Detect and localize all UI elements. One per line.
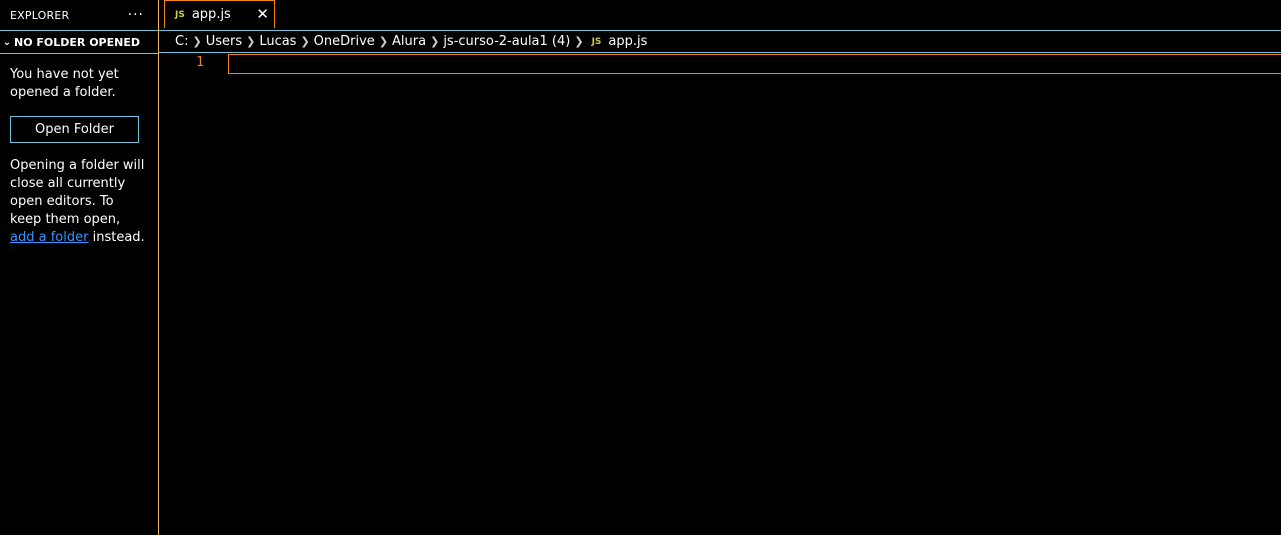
- line-number: 1: [196, 55, 204, 70]
- explorer-title: EXPLORER: [10, 8, 70, 22]
- explorer-header: EXPLORER ···: [0, 0, 158, 30]
- breadcrumb-item[interactable]: Alura: [392, 34, 426, 49]
- javascript-file-icon: JS: [591, 36, 602, 47]
- no-folder-section-header[interactable]: ⌄ NO FOLDER OPENED: [0, 30, 158, 54]
- editor-area: JS app.js ✕ C: ❯ Users ❯ Lucas ❯ OneDriv…: [159, 0, 1281, 535]
- chevron-right-icon: ❯: [574, 35, 584, 48]
- note-text: Opening a folder will close all currentl…: [10, 158, 145, 227]
- chevron-right-icon: ❯: [300, 35, 310, 48]
- tab-app-js[interactable]: JS app.js ✕: [164, 0, 275, 28]
- chevron-right-icon: ❯: [378, 35, 389, 48]
- breadcrumb-item[interactable]: Lucas: [259, 34, 296, 49]
- chevron-right-icon: ❯: [246, 35, 256, 48]
- breadcrumb-item[interactable]: js-curso-2-aula1 (4): [443, 34, 570, 49]
- open-folder-button[interactable]: Open Folder: [10, 116, 139, 143]
- explorer-sidebar: EXPLORER ··· ⌄ NO FOLDER OPENED You have…: [0, 0, 159, 535]
- vscode-window: EXPLORER ··· ⌄ NO FOLDER OPENED You have…: [0, 0, 1281, 535]
- no-folder-message: You have not yet opened a folder.: [10, 67, 119, 100]
- breadcrumb-file-label: app.js: [608, 34, 648, 49]
- javascript-file-icon: JS: [175, 9, 185, 20]
- chevron-down-icon: ⌄: [2, 36, 12, 48]
- tab-bar: JS app.js ✕: [159, 0, 1281, 30]
- breadcrumb-item[interactable]: Users: [206, 34, 242, 49]
- open-folder-note: Opening a folder will close all currentl…: [10, 157, 148, 247]
- breadcrumb-item[interactable]: OneDrive: [314, 34, 375, 49]
- current-line-highlight[interactable]: [228, 54, 1281, 74]
- code-editor[interactable]: 1: [159, 52, 1281, 535]
- tab-label: app.js: [191, 7, 231, 22]
- no-folder-content: You have not yet opened a folder. Open F…: [0, 54, 158, 247]
- chevron-right-icon: ❯: [192, 35, 202, 48]
- breadcrumb: C: ❯ Users ❯ Lucas ❯ OneDrive ❯ Alura ❯ …: [159, 30, 1281, 52]
- note-text-end: instead.: [92, 230, 145, 245]
- breadcrumb-item[interactable]: C:: [175, 34, 188, 49]
- add-folder-link[interactable]: add a folder: [10, 230, 88, 245]
- more-actions-icon[interactable]: ···: [128, 7, 144, 23]
- chevron-right-icon: ❯: [430, 35, 440, 48]
- breadcrumb-file[interactable]: JS app.js: [588, 34, 648, 49]
- close-icon[interactable]: ✕: [256, 5, 269, 23]
- section-title: NO FOLDER OPENED: [14, 35, 140, 49]
